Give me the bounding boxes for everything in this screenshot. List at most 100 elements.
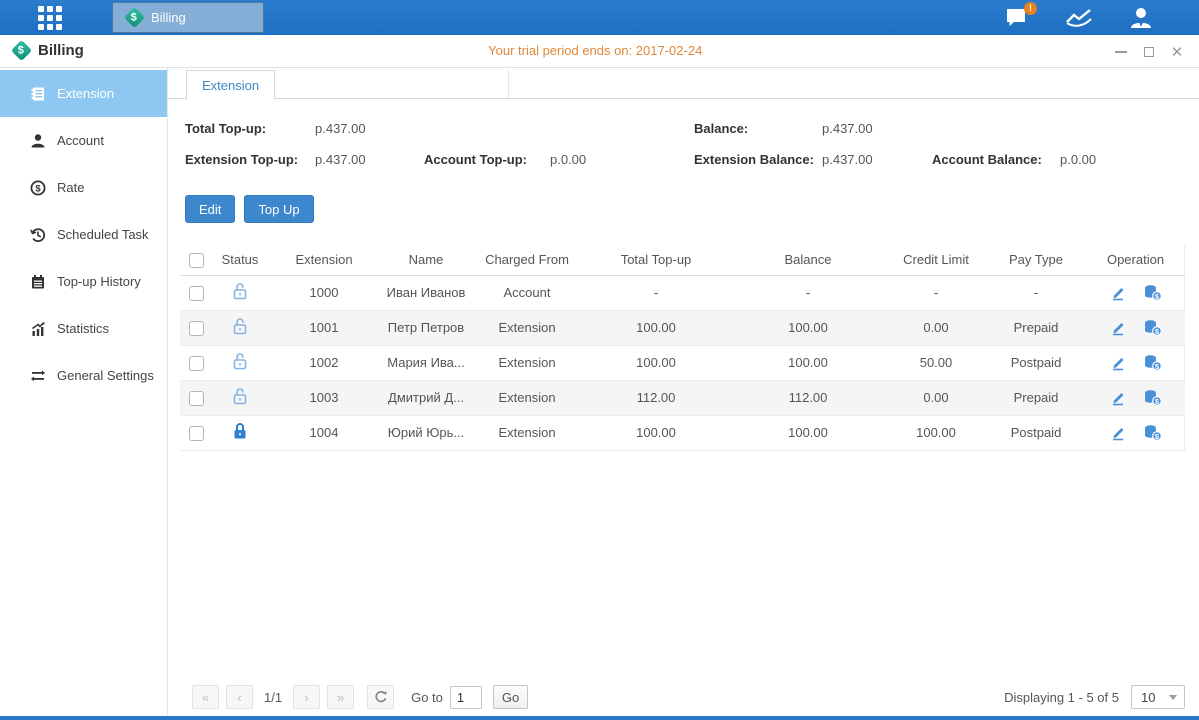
- topup-row-icon[interactable]: $: [1143, 424, 1162, 441]
- app-grid-icon[interactable]: [38, 6, 64, 30]
- maximize-button[interactable]: [1141, 44, 1157, 60]
- sidebar-item-extension[interactable]: Extension: [0, 70, 167, 117]
- topup-row-icon[interactable]: $: [1143, 389, 1162, 406]
- page-size-select[interactable]: 10: [1131, 685, 1185, 709]
- next-page-button[interactable]: ›: [293, 685, 320, 709]
- window-bottom-border: [0, 716, 1199, 720]
- col-pay-type: Pay Type: [986, 245, 1086, 275]
- col-extension: Extension: [268, 245, 380, 275]
- extension-balance-label: Extension Balance:: [694, 152, 814, 167]
- lock-status-icon[interactable]: [232, 317, 248, 335]
- sidebar-item-account[interactable]: Account: [0, 117, 167, 164]
- unlocked-icon: [232, 352, 248, 370]
- goto-label: Go to: [411, 690, 443, 705]
- sidebar: Extension Account $ Rate Scheduled Task: [0, 68, 168, 716]
- table-row: 1003 Дмитрий Д... Extension 112.00 112.0…: [180, 380, 1185, 415]
- go-button[interactable]: Go: [493, 685, 528, 709]
- history-clock-icon: [30, 227, 46, 243]
- sidebar-item-label: Account: [57, 133, 104, 148]
- row-checkbox[interactable]: [189, 356, 204, 371]
- col-operation: Operation: [1086, 245, 1185, 275]
- topup-row-icon[interactable]: $: [1143, 354, 1162, 371]
- account-topup-value: p.0.00: [550, 152, 586, 167]
- row-checkbox[interactable]: [189, 391, 204, 406]
- dollar-circle-icon: $: [30, 180, 46, 196]
- refresh-button[interactable]: [367, 685, 394, 709]
- total-topup-value: p.437.00: [315, 121, 366, 136]
- goto-page-input[interactable]: [450, 686, 482, 709]
- prev-page-button[interactable]: ‹: [226, 685, 253, 709]
- edit-row-icon[interactable]: [1110, 319, 1127, 336]
- sidebar-item-statistics[interactable]: Statistics: [0, 305, 167, 352]
- sidebar-item-label: General Settings: [57, 368, 154, 383]
- extension-topup-value: p.437.00: [315, 152, 366, 167]
- unlocked-icon: [232, 387, 248, 405]
- select-all-checkbox[interactable]: [189, 253, 204, 268]
- account-topup-label: Account Top-up:: [424, 152, 527, 167]
- person-icon: [30, 133, 46, 149]
- main-content: Extension Total Top-up: p.437.00 Balance…: [168, 68, 1199, 716]
- sidebar-item-label: Top-up History: [57, 274, 141, 289]
- user-icon[interactable]: [1123, 4, 1159, 32]
- col-name: Name: [380, 245, 472, 275]
- locked-icon: [232, 422, 248, 440]
- topup-button[interactable]: Top Up: [244, 195, 313, 223]
- lock-status-icon[interactable]: [232, 352, 248, 370]
- topbar: $ Billing !: [0, 0, 1199, 35]
- table-header-row: Status Extension Name Charged From Total…: [180, 245, 1185, 275]
- col-total-topup: Total Top-up: [582, 245, 730, 275]
- ledger-icon: [30, 86, 46, 102]
- col-credit-limit: Credit Limit: [886, 245, 986, 275]
- topup-row-icon[interactable]: $: [1143, 319, 1162, 336]
- col-charged-from: Charged From: [472, 245, 582, 275]
- lock-status-icon[interactable]: [232, 282, 248, 300]
- edit-row-icon[interactable]: [1110, 389, 1127, 406]
- billing-diamond-icon: $: [124, 7, 145, 28]
- page-indicator: 1/1: [264, 690, 282, 705]
- notification-badge: !: [1024, 2, 1037, 15]
- table-row: 1004 Юрий Юрь... Extension 100.00 100.00…: [180, 415, 1185, 450]
- sidebar-item-topup-history[interactable]: Top-up History: [0, 258, 167, 305]
- first-page-button[interactable]: «: [192, 685, 219, 709]
- chart-icon[interactable]: [1061, 4, 1097, 32]
- total-topup-label: Total Top-up:: [185, 121, 266, 136]
- unlocked-icon: [232, 282, 248, 300]
- tab-divider: [508, 70, 509, 98]
- taskbar-tab-billing[interactable]: $ Billing: [112, 2, 264, 33]
- topup-row-icon[interactable]: $: [1143, 284, 1162, 301]
- edit-row-icon[interactable]: [1110, 354, 1127, 371]
- lock-status-icon[interactable]: [232, 387, 248, 405]
- last-page-button[interactable]: »: [327, 685, 354, 709]
- trial-notice: Your trial period ends on: 2017-02-24: [488, 43, 702, 58]
- close-button[interactable]: ✕: [1169, 44, 1185, 60]
- sidebar-item-rate[interactable]: $ Rate: [0, 164, 167, 211]
- extension-balance-value: p.437.00: [822, 152, 873, 167]
- displaying-text: Displaying 1 - 5 of 5: [1004, 690, 1119, 705]
- edit-button[interactable]: Edit: [185, 195, 235, 223]
- col-balance: Balance: [730, 245, 886, 275]
- sidebar-item-label: Rate: [57, 180, 84, 195]
- extension-table: Status Extension Name Charged From Total…: [180, 245, 1185, 451]
- page-size-value: 10: [1141, 690, 1155, 705]
- lock-status-icon[interactable]: [232, 422, 248, 440]
- chat-icon[interactable]: !: [999, 4, 1035, 32]
- extension-topup-label: Extension Top-up:: [185, 152, 298, 167]
- row-checkbox[interactable]: [189, 286, 204, 301]
- row-checkbox[interactable]: [189, 321, 204, 336]
- statistics-icon: [30, 321, 46, 337]
- window-titlebar: $ Billing Your trial period ends on: 201…: [0, 35, 1199, 68]
- sidebar-item-general-settings[interactable]: General Settings: [0, 352, 167, 399]
- sidebar-item-label: Extension: [57, 86, 114, 101]
- minimize-button[interactable]: [1113, 44, 1129, 60]
- tab-strip: Extension: [168, 68, 1199, 99]
- sidebar-item-label: Statistics: [57, 321, 109, 336]
- edit-row-icon[interactable]: [1110, 424, 1127, 441]
- edit-row-icon[interactable]: [1110, 284, 1127, 301]
- chevron-down-icon: [1169, 695, 1177, 700]
- balance-label: Balance:: [694, 121, 748, 136]
- sidebar-item-scheduled-task[interactable]: Scheduled Task: [0, 211, 167, 258]
- table-row: 1002 Мария Ива... Extension 100.00 100.0…: [180, 345, 1185, 380]
- tab-extension[interactable]: Extension: [186, 70, 275, 100]
- row-checkbox[interactable]: [189, 426, 204, 441]
- billing-app-icon: $: [11, 40, 32, 61]
